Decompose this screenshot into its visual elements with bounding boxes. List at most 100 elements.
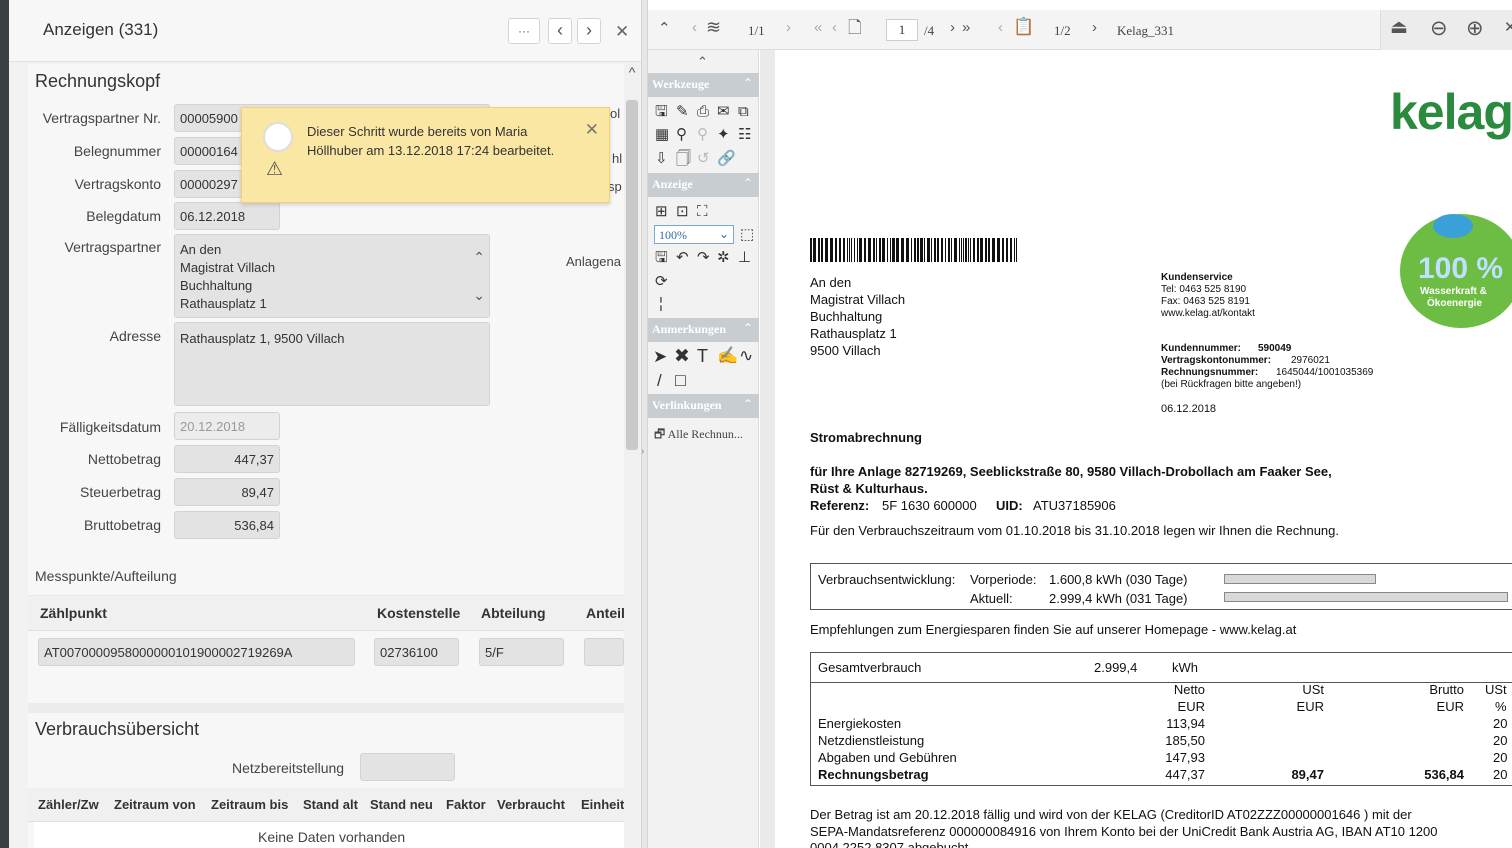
contrast-icon[interactable]: ✲ [717,250,730,265]
history-icon[interactable]: ↺ [697,151,710,166]
kostenstelle-field[interactable]: 02736100 [374,638,459,666]
chevron-up-icon[interactable]: ⌃ [473,249,485,266]
anteil-field[interactable] [584,638,624,666]
panel-werkzeuge[interactable]: Werkzeuge ⌃ [648,73,759,97]
barcode-bar [859,238,862,262]
rotate-right-icon[interactable]: ↷ [697,250,710,265]
netzbereitstellung-field[interactable] [360,753,455,781]
prev-layer-icon[interactable]: ‹ [692,20,697,35]
rectangle-icon[interactable]: □ [675,371,686,389]
document-title: Stromabrechnung [810,430,922,445]
vertragspartner-textarea[interactable]: An den Magistrat Villach Buchhaltung Rat… [174,234,490,318]
line-icon[interactable]: / [657,372,662,389]
print-icon[interactable]: ⎙ [697,104,709,119]
col-stand-alt[interactable]: Stand alt [303,797,358,812]
close-icon[interactable]: ✕ [615,22,629,42]
expand-icon[interactable]: › [641,446,644,457]
copy-icon[interactable]: ⧉ [738,104,749,119]
col-zaehler[interactable]: Zähler/Zw [38,797,99,812]
freehand-icon[interactable]: ∿ [739,347,753,364]
col-zaehlpunkt[interactable]: Zählpunkt [40,605,107,621]
chevron-down-icon: ⌄ [718,227,729,241]
close-viewer-icon[interactable]: ✕ [1504,20,1512,35]
faelligkeitsdatum-field[interactable]: 20.12.2018 [174,412,280,440]
pencil-icon[interactable]: ✎ [676,104,689,119]
refresh-icon[interactable]: ⟳ [655,274,668,289]
col-stand-neu[interactable]: Stand neu [370,797,433,812]
draw-icon[interactable]: ✍ [717,347,738,364]
nettobetrag-field[interactable]: 447,37 [174,445,280,473]
search-next-icon[interactable]: ⚲ [697,127,708,142]
document-icon[interactable]: 🗍 [676,151,691,166]
prev-button[interactable]: ‹ [548,18,572,44]
text-icon[interactable]: T [697,347,708,365]
vp-line: An den [180,242,222,257]
col-faktor[interactable]: Faktor [446,797,486,812]
more-button[interactable]: ··· [508,18,540,44]
next-button[interactable]: › [577,18,601,44]
save-view-icon[interactable]: 🖫 [655,250,668,265]
belegdatum-field[interactable]: 06.12.2018 [174,202,280,230]
next-layer-icon[interactable]: › [786,20,791,35]
pin-icon[interactable]: ✦ [717,127,730,142]
rotate-left-icon[interactable]: ↶ [676,250,689,265]
col-verbraucht[interactable]: Verbraucht [497,797,565,812]
rechnungsnummer-label: Rechnungsnummer: [1161,367,1259,378]
toast-message: Dieser Schritt wurde bereits von Maria H… [307,124,555,158]
scrollbar-thumb[interactable] [626,100,638,450]
vp-line: Buchhaltung [180,278,253,293]
stamp-icon[interactable]: ⏏ [1390,18,1408,37]
col-anteil[interactable]: Anteil [586,605,625,621]
prev-page-icon[interactable]: ‹ [832,20,837,35]
fit-page-icon[interactable]: ⊞ [655,204,668,219]
fit-width-icon[interactable]: ⊡ [676,204,689,219]
link-item[interactable]: 🗗 Alle Rechnun... [654,425,743,446]
aktuell-value: 2.999,4 kWh (031 Tage) [1049,591,1188,606]
first-page-icon[interactable]: « [814,20,822,35]
address-line: An den [810,275,852,290]
panel-anzeige[interactable]: Anzeige ⌃ [648,173,759,197]
cursor-icon[interactable]: ➤ [653,348,667,365]
fullscreen-icon[interactable]: ⛶ [697,204,708,219]
panel-anmerkungen[interactable]: Anmerkungen ⌃ [648,318,759,342]
scroll-up-icon[interactable]: ^ [624,64,640,80]
layers-icon[interactable]: ≋ [706,18,721,36]
cross-icon[interactable]: ✖ [674,347,690,366]
zoom-area-icon[interactable]: ⬚ [740,227,754,242]
col-zeitraum-von[interactable]: Zeitraum von [114,797,196,812]
chevron-down-icon[interactable]: ⌄ [473,287,485,304]
aktuell-bar [1224,592,1508,602]
col-abteilung[interactable]: Abteilung [481,605,546,621]
col-einheit[interactable]: Einheit [581,797,624,812]
bruttobetrag-field[interactable]: 536,84 [174,511,280,539]
save-icon[interactable]: 🖫 [655,104,668,119]
align-icon[interactable]: ⊥ [738,250,751,265]
steuerbetrag-field[interactable]: 89,47 [174,478,280,506]
next-page-icon[interactable]: › [950,20,955,35]
link-icon[interactable]: 🔗 [717,151,736,166]
grid-icon[interactable]: ▦ [655,127,669,142]
page-input[interactable]: 1 [886,19,918,41]
splitter[interactable] [641,0,648,848]
adresse-textarea[interactable]: Rathausplatz 1, 9500 Villach [174,322,490,406]
mail-icon[interactable]: ✉ [717,104,730,119]
prev-doc-icon[interactable]: ‹ [998,20,1003,35]
search-icon[interactable]: ⚲ [676,127,687,142]
zoom-select[interactable]: 100% ⌄ [654,225,734,244]
collapse-up-icon[interactable]: ⌃ [658,21,671,36]
last-page-icon[interactable]: » [962,20,970,35]
toast-close-icon[interactable]: ✕ [585,120,599,140]
list-icon[interactable]: ☷ [738,127,751,142]
abteilung-field[interactable]: 5/F [479,638,564,666]
sidebar-collapse-icon[interactable]: ⌃ [697,54,708,70]
next-doc-icon[interactable]: › [1092,20,1097,35]
panel-verlinkungen[interactable]: Verlinkungen ⌃ [648,394,759,418]
zaehlpunkt-field[interactable]: AT0070000958000000101900002719269A [38,638,355,666]
download-icon[interactable]: ⇩ [655,151,668,166]
clipboard-icon[interactable]: 📋 [1013,18,1034,35]
col-kostenstelle[interactable]: Kostenstelle [377,605,460,621]
page-icon[interactable]: 🗋 [848,19,862,36]
col-zeitraum-bis[interactable]: Zeitraum bis [211,797,288,812]
zoom-out-icon[interactable]: ⊖ [1430,18,1448,39]
zoom-in-icon[interactable]: ⊕ [1466,18,1484,39]
